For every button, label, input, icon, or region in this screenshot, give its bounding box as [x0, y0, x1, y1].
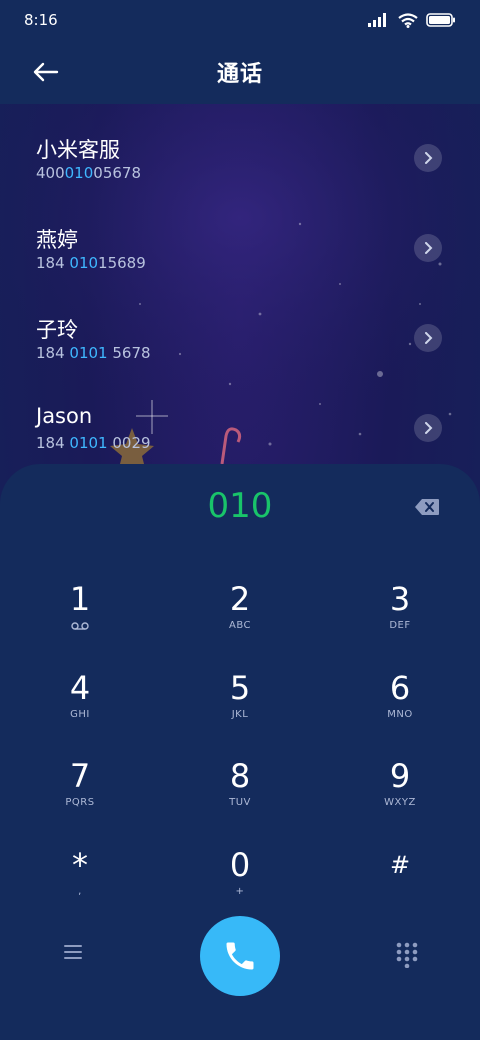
status-time: 8:16	[24, 11, 58, 29]
key-1[interactable]: 1	[0, 574, 160, 663]
voicemail-icon	[71, 622, 89, 630]
key-letters: GHI	[70, 708, 90, 720]
contact-detail-button[interactable]	[414, 324, 442, 352]
delete-button[interactable]	[414, 498, 440, 516]
key-hash[interactable]: #	[320, 840, 480, 929]
contact-number: 184 0101 5678	[36, 344, 151, 362]
key-digit: 4	[69, 668, 91, 707]
dial-pad-panel: 010 1 2 ABC 3 DEF 4 GHI 5 JKL 6 MNO 7 PQ…	[0, 464, 480, 1040]
key-letters: +	[235, 885, 245, 897]
keypad: 1 2 ABC 3 DEF 4 GHI 5 JKL 6 MNO 7 PQRS 8…	[0, 574, 480, 928]
status-bar: 8:16	[0, 0, 480, 40]
key-digit: 9	[389, 757, 411, 795]
key-7[interactable]: 7 PQRS	[0, 751, 160, 840]
key-letters: MNO	[387, 708, 413, 720]
contact-detail-button[interactable]	[414, 144, 442, 172]
key-letters: PQRS	[65, 797, 95, 808]
menu-icon	[64, 945, 82, 959]
key-8[interactable]: 8 TUV	[160, 751, 320, 840]
key-letters: DEF	[389, 620, 411, 631]
backspace-icon	[415, 499, 439, 515]
contact-number: 184 0101 0029	[36, 434, 151, 452]
contact-row[interactable]: 子玲 184 0101 5678	[0, 292, 480, 382]
header: 通话	[0, 40, 480, 104]
contact-name: 燕婷	[36, 228, 78, 252]
key-0[interactable]: 0 +	[160, 840, 320, 929]
dialed-number-display[interactable]: 010	[0, 486, 480, 526]
wifi-icon	[398, 12, 418, 28]
arrow-left-icon	[33, 62, 59, 82]
contact-detail-button[interactable]	[414, 234, 442, 262]
keypad-icon	[396, 942, 418, 969]
contact-name: 小米客服	[36, 138, 120, 162]
key-3[interactable]: 3 DEF	[320, 574, 480, 663]
key-4[interactable]: 4 GHI	[0, 663, 160, 752]
key-digit: *	[72, 845, 88, 884]
chevron-right-icon	[425, 422, 433, 434]
contact-name: Jason	[36, 404, 93, 428]
status-icons	[368, 12, 456, 28]
contact-row[interactable]: 燕婷 184 01015689	[0, 202, 480, 292]
hide-keypad-button[interactable]	[396, 942, 418, 969]
key-digit: 6	[389, 668, 411, 707]
dialer-screen: 8:16 通话 小米客服 40001005678 燕婷 184 01015689…	[0, 0, 480, 1040]
key-letters: JKL	[231, 708, 249, 720]
page-title: 通话	[216, 62, 263, 87]
key-digit: 0	[229, 845, 251, 884]
key-digit: 2	[229, 580, 251, 618]
phone-icon	[226, 942, 254, 970]
contact-row[interactable]: Jason 184 0101 0029	[0, 382, 480, 472]
key-letters: ,	[78, 885, 82, 897]
key-digit: #	[389, 850, 411, 879]
menu-button[interactable]	[62, 942, 86, 962]
key-letters: WXYZ	[384, 797, 416, 808]
signal-icon	[368, 13, 386, 27]
key-6[interactable]: 6 MNO	[320, 663, 480, 752]
key-digit: 8	[229, 757, 251, 795]
contact-number: 184 01015689	[36, 254, 146, 272]
chevron-right-icon	[425, 152, 433, 164]
contact-list: 小米客服 40001005678 燕婷 184 01015689 子玲 184 …	[0, 112, 480, 472]
back-button[interactable]	[28, 54, 64, 90]
battery-icon	[426, 13, 455, 27]
contact-row[interactable]: 小米客服 40001005678	[0, 112, 480, 202]
key-digit: 5	[229, 668, 251, 707]
key-digit: 7	[69, 757, 91, 795]
key-9[interactable]: 9 WXYZ	[320, 751, 480, 840]
key-star[interactable]: * ,	[0, 840, 160, 929]
key-letters: ABC	[228, 620, 251, 631]
contact-number: 40001005678	[36, 164, 141, 182]
chevron-right-icon	[425, 242, 433, 254]
call-button[interactable]	[200, 916, 280, 996]
chevron-right-icon	[425, 332, 433, 344]
key-digit: 3	[389, 580, 411, 618]
contact-detail-button[interactable]	[414, 414, 442, 442]
key-2[interactable]: 2 ABC	[160, 574, 320, 663]
key-digit: 1	[69, 580, 91, 618]
key-letters: TUV	[229, 797, 251, 808]
contact-name: 子玲	[36, 318, 78, 342]
key-5[interactable]: 5 JKL	[160, 663, 320, 752]
